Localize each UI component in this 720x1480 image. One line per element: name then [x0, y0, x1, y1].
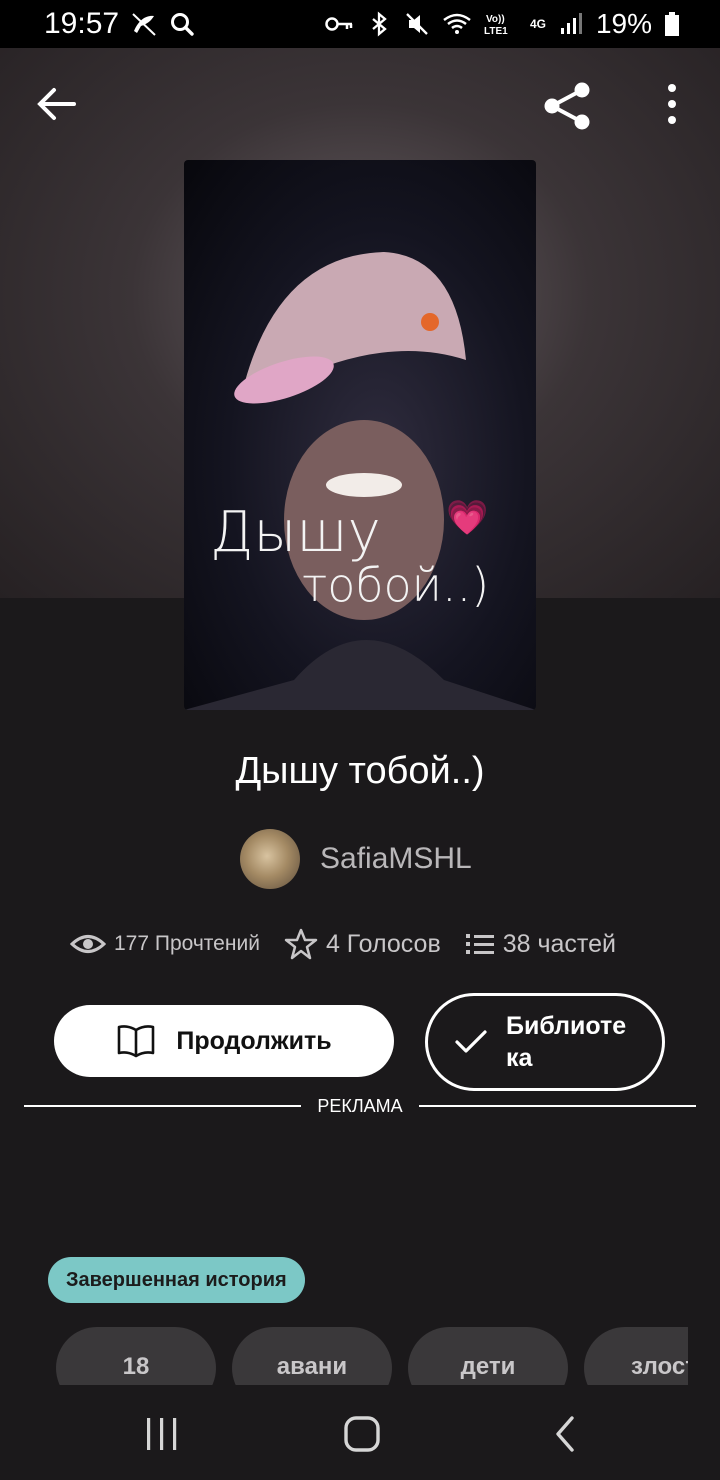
- author-name[interactable]: SafiaMSHL: [320, 842, 472, 876]
- stats-row: 177 Прочтений 4 Голосов 38 частей: [70, 924, 616, 964]
- status-bar: 19:57 Vo)) LTE1 4G 19%: [0, 0, 720, 48]
- back-arrow-icon[interactable]: [30, 82, 82, 126]
- share-icon[interactable]: [542, 80, 594, 132]
- mute-icon: [406, 13, 428, 35]
- library-button[interactable]: Библиоте ка: [425, 993, 665, 1091]
- book-title: Дышу тобой..): [235, 750, 485, 792]
- heart-emoji: 💗: [446, 499, 489, 537]
- votes-stat: 4 Голосов: [284, 927, 441, 961]
- continue-reading-button[interactable]: Продолжить: [54, 1005, 394, 1077]
- reads-stat: 177 Прочтений: [70, 931, 260, 957]
- signal-icon: [560, 13, 582, 34]
- wifi-icon: [443, 13, 471, 34]
- cover-title-line2: тобой..): [302, 558, 490, 612]
- book-open-icon: [118, 1025, 155, 1058]
- parts-stat: 38 частей: [465, 930, 616, 959]
- library-label: Библиоте ка: [506, 1010, 626, 1074]
- list-icon: [465, 934, 494, 954]
- star-icon: [284, 928, 318, 960]
- continue-label: Продолжить: [176, 1026, 332, 1055]
- tags-scroller[interactable]: 18 авани дети злост: [56, 1327, 688, 1385]
- bluetooth-icon: [372, 11, 387, 37]
- avatar[interactable]: [240, 829, 300, 889]
- battery-icon: [665, 12, 679, 36]
- top-app-bar: [0, 48, 720, 160]
- recent-apps-icon[interactable]: [144, 1414, 180, 1454]
- eye-icon: [70, 935, 106, 953]
- search-icon: [171, 13, 194, 36]
- tag-chip[interactable]: злост: [584, 1327, 688, 1385]
- status-time: 19:57: [44, 7, 120, 40]
- battery-percent: 19%: [595, 8, 652, 39]
- author-row[interactable]: SafiaMSHL: [240, 828, 472, 890]
- status-right: Vo)) LTE1 4G 19%: [324, 8, 680, 40]
- completed-story-badge: Завершенная история: [48, 1257, 305, 1303]
- more-vertical-icon[interactable]: [654, 82, 690, 126]
- tag-chip[interactable]: 18: [56, 1327, 216, 1385]
- library-label-line2: ка: [506, 1044, 533, 1072]
- cover-photo: [184, 252, 536, 710]
- parts-count: 38 частей: [502, 929, 616, 958]
- tags-list: 18 авани дети злост: [56, 1327, 688, 1385]
- check-icon: [455, 1030, 487, 1053]
- cover-title-line1: Дышу: [210, 500, 381, 565]
- status-left: 19:57: [44, 7, 195, 41]
- reads-count: 177 Прочтений: [114, 932, 260, 955]
- library-label-line1: Библиоте: [506, 1012, 627, 1040]
- key-icon: [325, 17, 353, 31]
- ad-divider: РЕКЛАМА: [24, 1094, 697, 1118]
- back-icon[interactable]: [552, 1414, 578, 1454]
- tag-chip[interactable]: авани: [232, 1327, 392, 1385]
- bird-notification-icon: [132, 13, 156, 36]
- ad-label: РЕКЛАМА: [317, 1095, 403, 1116]
- book-cover[interactable]: Дышу тобой..) 💗: [184, 160, 536, 710]
- home-icon[interactable]: [342, 1414, 382, 1454]
- svg-text:LTE1: LTE1: [484, 26, 508, 37]
- ad-line-left: [24, 1105, 302, 1107]
- volte-icon: Vo)) LTE1: [484, 14, 508, 37]
- system-navigation-bar: [0, 1386, 720, 1480]
- votes-count: 4 Голосов: [325, 929, 441, 958]
- ad-line-right: [418, 1105, 697, 1107]
- network-type: 4G: [529, 17, 546, 31]
- svg-text:Vo)): Vo)): [486, 14, 505, 25]
- tag-chip[interactable]: дети: [408, 1327, 568, 1385]
